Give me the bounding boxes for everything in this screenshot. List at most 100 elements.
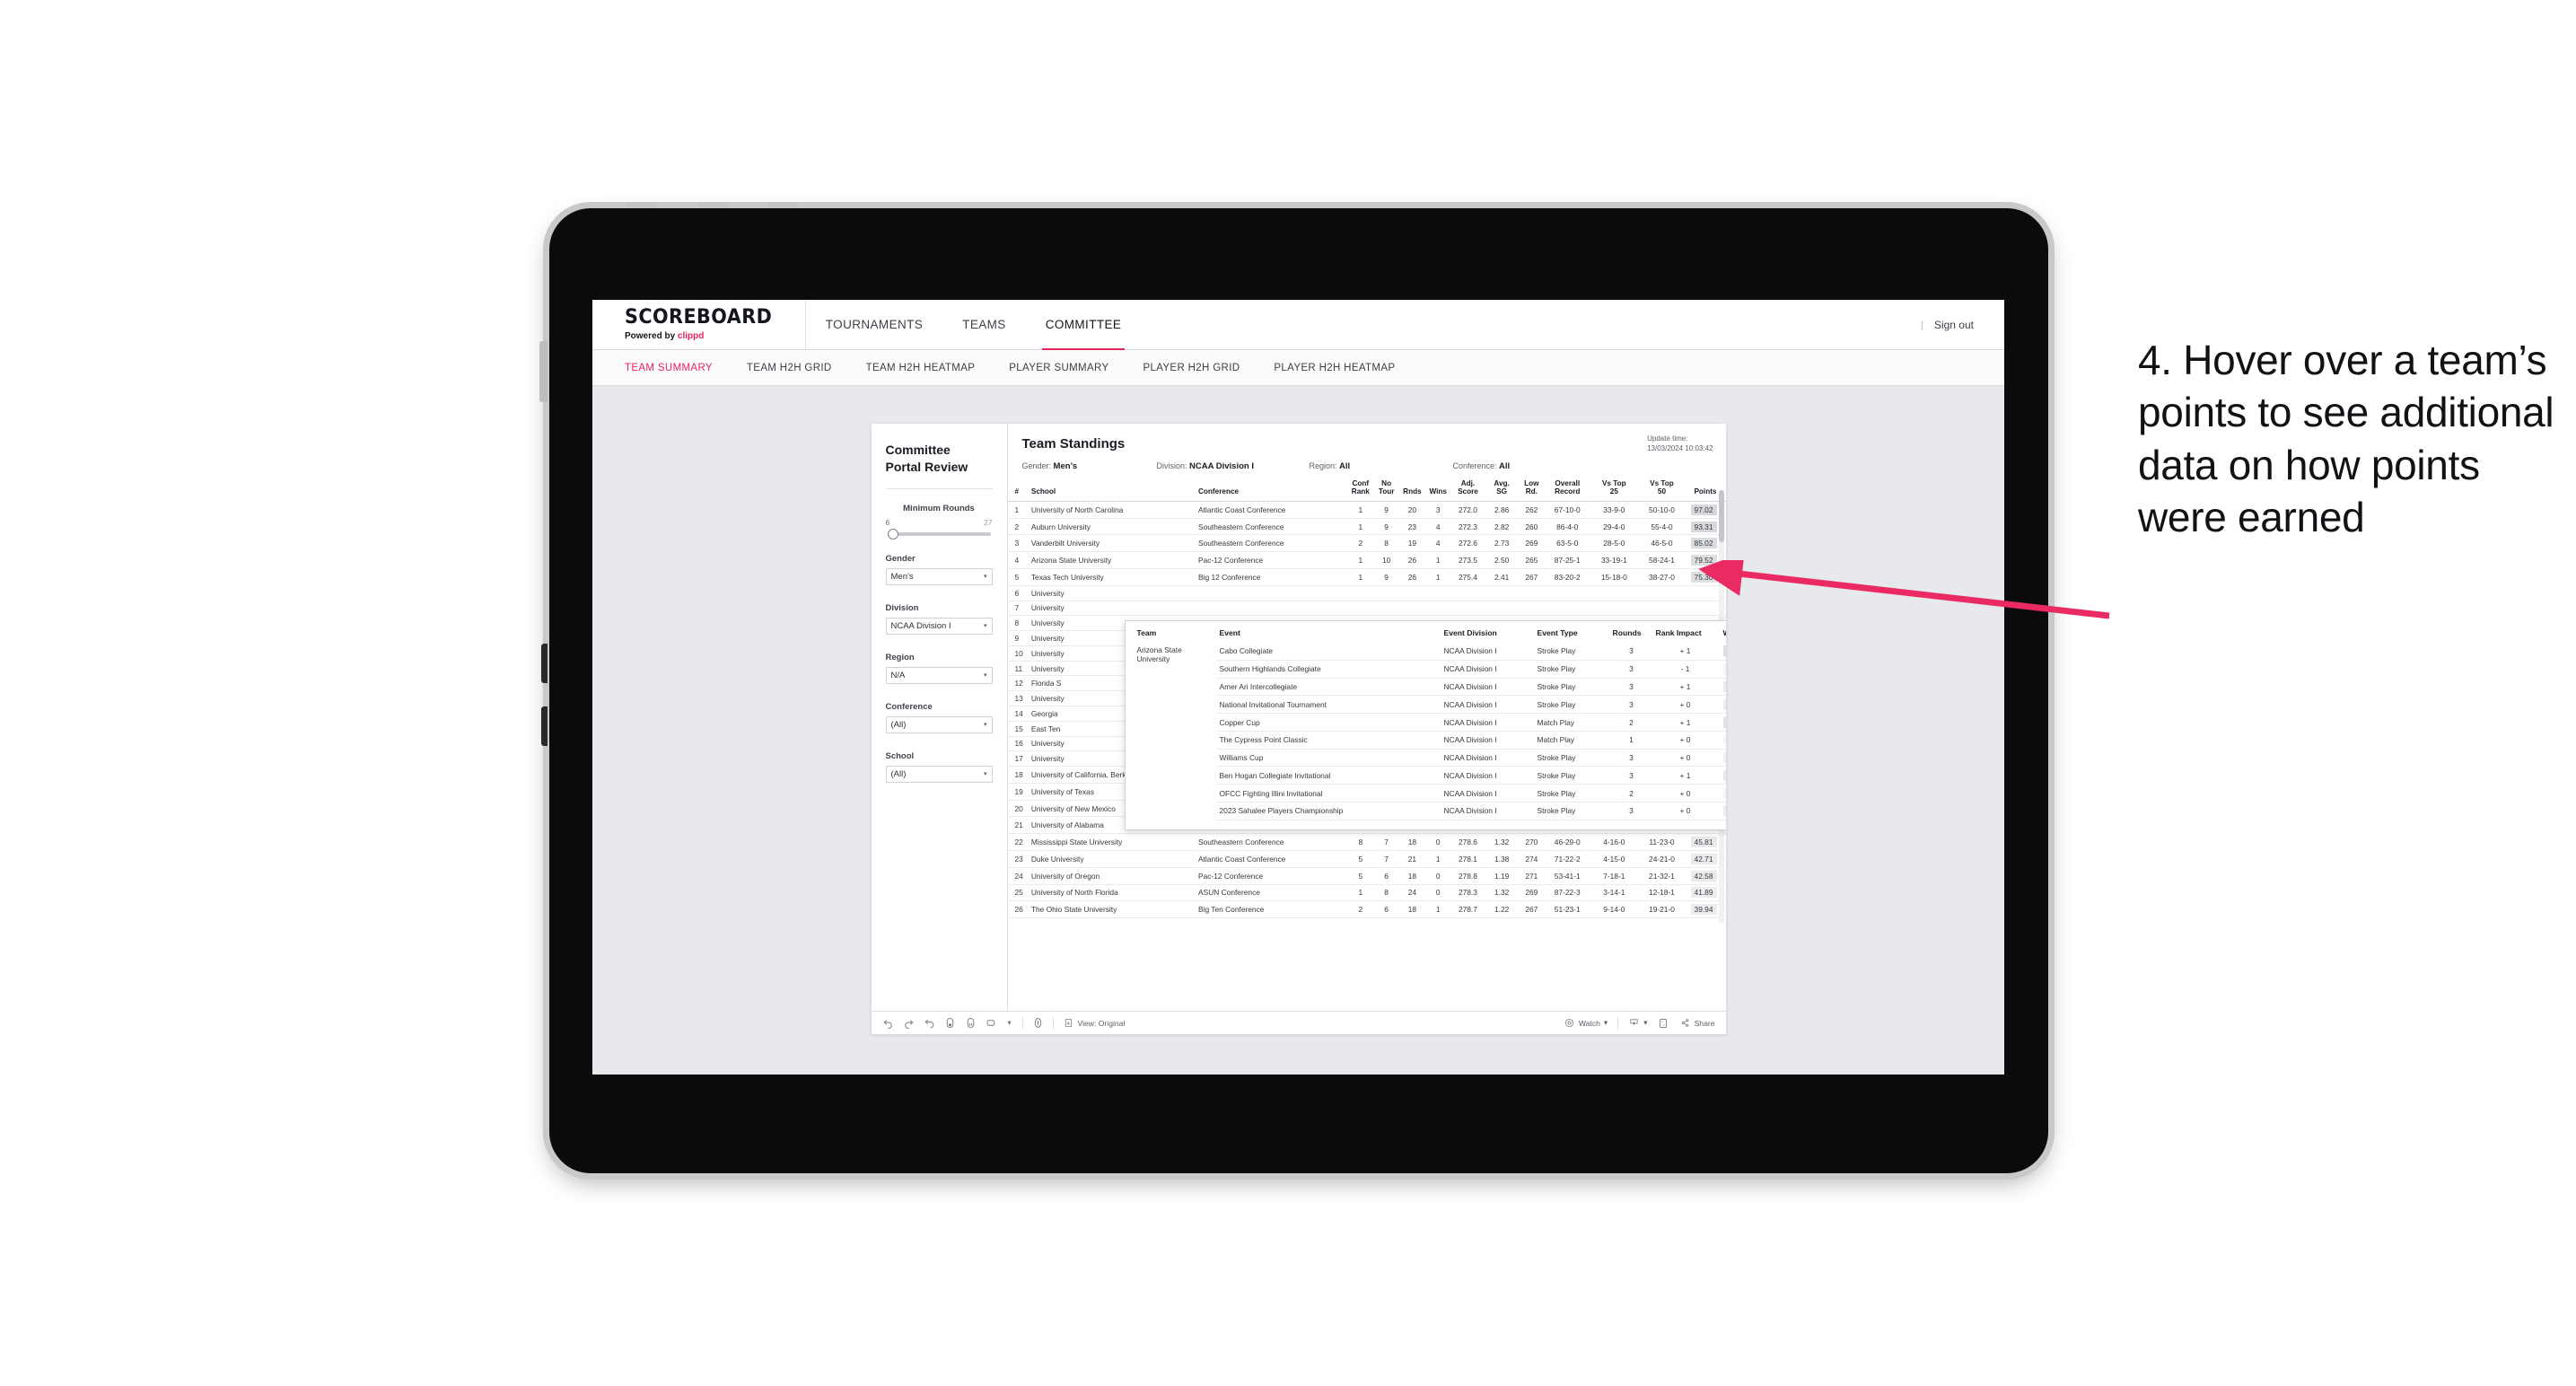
brand-logo[interactable]: SCOREBOARD Powered by clippd [592, 300, 806, 349]
tooltip-cell-rounds: 3 [1609, 766, 1653, 785]
conference-select[interactable]: (All) ▾ [885, 715, 993, 733]
view-original-shape-icon[interactable] [986, 1017, 997, 1029]
table-row[interactable]: 1 University of North Carolina Atlantic Co… [1007, 501, 1726, 519]
col-rank[interactable]: # [1007, 479, 1030, 502]
tooltip-cell-event-division: NCAA Division I [1441, 784, 1535, 803]
tab-player-summary[interactable]: PLAYER SUMMARY [1009, 363, 1108, 373]
col-vs-top-25[interactable]: Vs Top 25 [1590, 479, 1638, 502]
device-top-button-3 [768, 202, 799, 208]
tab-team-summary[interactable]: TEAM SUMMARY [625, 363, 713, 373]
points-value[interactable]: 41.89 [1690, 887, 1717, 899]
table-row[interactable]: 3 Vanderbilt University Southeastern Confe… [1007, 534, 1726, 553]
col-school[interactable]: School [1029, 479, 1197, 502]
list-item: 2023 Sahalee Players Championship NCAA Di… [1135, 802, 1726, 820]
watch-button[interactable]: Watch ▾ [1564, 1017, 1608, 1029]
dashboard-toolbar: ▾ View: Original Watch ▾ ▾ Share [871, 1011, 1726, 1034]
col-adj-score[interactable]: Adj. Score [1450, 479, 1485, 502]
standings-cell-rank: 23 [1007, 850, 1030, 868]
standings-cell-wins: 1 [1424, 850, 1451, 868]
standings-cell-school: Mississippi State University [1029, 833, 1197, 852]
school-select[interactable]: (All) ▾ [885, 765, 993, 783]
gender-label: Gender [885, 553, 916, 564]
view-original-button[interactable]: View: Original [1063, 1017, 1125, 1029]
minimum-rounds-slider-handle[interactable] [887, 528, 898, 539]
tooltip-cell-event-type: Match Play [1534, 731, 1610, 750]
standings-cell-rank: 7 [1007, 601, 1030, 617]
region-select[interactable]: N/A ▾ [885, 666, 993, 684]
standings-cell-wins: 4 [1424, 534, 1451, 553]
points-value[interactable]: 45.81 [1690, 837, 1717, 848]
redo-icon[interactable] [903, 1017, 915, 1029]
revert-icon[interactable] [924, 1017, 935, 1029]
points-value[interactable]: 39.94 [1690, 904, 1717, 916]
tooltip-cell-event-type: Stroke Play [1534, 660, 1610, 679]
filter-title-line2: Portal Review [885, 459, 968, 474]
col-overall-record[interactable]: Overall Record [1544, 479, 1590, 502]
device-top-button-2 [698, 202, 729, 208]
tooltip-cell-event-type: Match Play [1534, 713, 1610, 732]
standings-cell-no-tour: 6 [1373, 867, 1400, 885]
points-value[interactable]: 93.31 [1690, 521, 1717, 532]
standings-cell-adj-score [1450, 585, 1485, 601]
col-rnds[interactable]: Rnds [1399, 479, 1425, 502]
brand-tagline-clippd: clippd [677, 331, 705, 341]
table-row[interactable]: 6 University [1007, 585, 1726, 601]
minimum-rounds-slider[interactable] [887, 528, 991, 539]
nav-item-committee[interactable]: COMMITTEE [1026, 300, 1142, 350]
app-header: SCOREBOARD Powered by clippd TOURNAMENTS… [592, 300, 2004, 350]
meta-conference-value: All [1499, 461, 1511, 471]
table-row[interactable]: 24 University of Oregon Pac-12 Conference 5… [1007, 867, 1726, 885]
standings-scrollbar-thumb[interactable] [1718, 490, 1724, 542]
division-select[interactable]: NCAA Division I ▾ [885, 617, 993, 635]
table-row[interactable]: 2 Auburn University Southeastern Conferenc… [1007, 518, 1726, 536]
table-row[interactable]: 23 Duke University Atlantic Coast Conferen… [1007, 850, 1726, 868]
standings-cell-avg-sg [1485, 585, 1519, 601]
standings-cell-vs-top-50: 58-24-1 [1637, 551, 1687, 569]
tab-player-h2h-heatmap[interactable]: PLAYER H2H HEATMAP [1274, 363, 1395, 373]
points-value[interactable]: 85.02 [1690, 538, 1717, 549]
col-no-tour[interactable]: No Tour [1373, 479, 1400, 502]
table-row[interactable]: 22 Mississippi State University Southeaste… [1007, 833, 1726, 852]
tooltip-cell-event-division: NCAA Division I [1441, 713, 1535, 732]
tooltip-cell-event: OFCC Fighting Illini Invitational [1216, 784, 1441, 803]
standings-cell-adj-score: 272.0 [1450, 501, 1485, 519]
standings-cell-avg-sg: 2.82 [1485, 518, 1519, 536]
standings-cell-vs-top-50: 24-21-0 [1637, 850, 1687, 868]
col-vs-top-50-l1: Vs Top [1650, 479, 1674, 487]
pause-refresh-icon[interactable] [1032, 1017, 1044, 1029]
nav-item-tournaments[interactable]: TOURNAMENTS [806, 300, 942, 349]
download-button[interactable]: ▾ [1628, 1017, 1648, 1029]
undo-icon[interactable] [882, 1017, 894, 1029]
table-row[interactable]: 4 Arizona State University Pac-12 Conferen… [1007, 551, 1726, 569]
tooltip-table-head: Team Event Event Division Event Type Rou… [1135, 628, 1726, 643]
tab-team-h2h-heatmap[interactable]: TEAM H2H HEATMAP [866, 363, 976, 373]
tab-team-h2h-grid[interactable]: TEAM H2H GRID [747, 363, 832, 373]
col-conf-rank[interactable]: Conf Rank [1347, 479, 1374, 502]
standings-cell-conference: Southeastern Conference [1196, 518, 1348, 536]
tooltip-cell-event-type: Stroke Play [1534, 766, 1610, 785]
pause-auto-updates-icon[interactable] [965, 1017, 977, 1029]
col-wins[interactable]: Wins [1424, 479, 1451, 502]
sign-out-link[interactable]: Sign out [1934, 319, 1974, 331]
standings-cell-overall-record: 87-25-1 [1544, 551, 1590, 569]
table-row[interactable]: 7 University [1007, 601, 1726, 617]
table-row[interactable]: 25 University of North Florida ASUN Confer… [1007, 884, 1726, 902]
col-avg-sg[interactable]: Avg. SG [1485, 479, 1519, 502]
col-vs-top-50[interactable]: Vs Top 50 [1637, 479, 1687, 502]
points-value[interactable]: 42.58 [1690, 870, 1717, 882]
points-value[interactable]: 97.02 [1690, 504, 1717, 515]
table-row[interactable]: 5 Texas Tech University Big 12 Conference 1… [1007, 568, 1726, 586]
nav-item-teams[interactable]: TEAMS [942, 300, 1026, 349]
table-row[interactable]: 26 The Ohio State University Big Ten Confe… [1007, 900, 1726, 919]
standings-cell-overall-record: 67-10-0 [1544, 501, 1590, 519]
col-low-rd[interactable]: Low Rd. [1518, 479, 1545, 502]
col-conference[interactable]: Conference [1196, 479, 1348, 502]
tab-player-h2h-grid[interactable]: PLAYER H2H GRID [1143, 363, 1240, 373]
points-value[interactable]: 42.71 [1690, 853, 1717, 864]
chevron-down-icon[interactable]: ▾ [1006, 1017, 1013, 1029]
gender-select[interactable]: Men’s ▾ [885, 567, 993, 585]
fullscreen-icon[interactable] [1658, 1017, 1669, 1029]
refresh-data-icon[interactable] [944, 1017, 956, 1029]
download-icon [1628, 1017, 1640, 1029]
share-button[interactable]: Share [1679, 1017, 1715, 1029]
